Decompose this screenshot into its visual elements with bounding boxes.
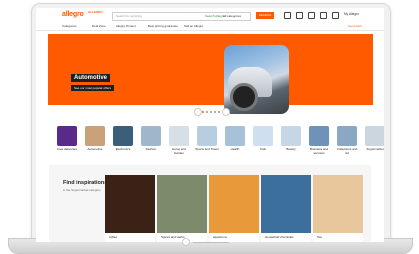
category-label: Collections and Art — [336, 147, 358, 155]
heart-icon[interactable] — [320, 12, 327, 19]
category-tile[interactable]: Beauty — [279, 126, 303, 155]
category-label: Automotive — [87, 147, 103, 151]
category-image — [85, 126, 105, 146]
category-image — [197, 126, 217, 146]
carousel-dot[interactable] — [210, 111, 212, 113]
banner-subtitle-wrap: See our most popular offers — [71, 76, 114, 94]
category-tile[interactable]: Collections and Art — [335, 126, 359, 155]
category-image — [309, 126, 329, 146]
category-label: Beauty — [286, 147, 296, 151]
category-label: Free deliveries — [57, 147, 77, 151]
category-image — [169, 126, 189, 146]
inspiration-card[interactable]: Tea — [313, 175, 363, 242]
price-tag-icon[interactable] — [284, 12, 291, 19]
category-tile[interactable]: Supermarket — [363, 126, 384, 155]
nav-smart[interactable]: Get smart! — [348, 24, 362, 28]
category-label: Electronics — [115, 147, 131, 151]
allegro-logo[interactable]: allegro — [62, 11, 84, 18]
category-tile[interactable]: Health — [223, 126, 247, 155]
inspiration-card[interactable]: aquariums — [209, 175, 259, 242]
browser-screen: allegro ALLEGRO Search for anything Sear… — [36, 8, 384, 242]
nav-categories[interactable]: Categories — [62, 24, 77, 28]
nav-allegro-protect[interactable]: Allegro Protect — [116, 24, 136, 28]
category-tile[interactable]: Fashion — [139, 126, 163, 155]
category-image — [141, 126, 161, 146]
category-label: Health — [230, 147, 240, 151]
car-wheel — [230, 83, 258, 111]
cart-icon[interactable] — [332, 12, 339, 19]
category-image — [57, 126, 77, 146]
nav-bar: Categories Deal Zone Allegro Protect Bes… — [36, 23, 384, 31]
inspiration-card-label: aquariums — [209, 233, 259, 242]
inspirations-title: Find inspirations — [63, 180, 108, 186]
category-label: Home and Garden — [172, 147, 186, 155]
site-header: allegro ALLEGRO Search for anything Sear… — [36, 8, 384, 22]
category-row: Free deliveries Automotive Electronics Fash… — [55, 126, 384, 155]
header-icons — [284, 12, 339, 19]
nav-sell[interactable]: Sell on Allegro — [184, 24, 203, 28]
inspiration-card[interactable]: Household chemicals — [261, 175, 311, 242]
search-scope[interactable]: Search Allegro — [205, 14, 225, 18]
category-label: Sports and Travel — [195, 147, 219, 151]
search-input[interactable]: Search for anything — [116, 14, 142, 18]
carousel-dot[interactable] — [214, 111, 216, 113]
banner-subtitle: See our most popular offers — [71, 85, 114, 91]
banner-car-photo — [224, 45, 289, 114]
category-tile[interactable]: Sports and Travel — [195, 126, 219, 155]
category-image — [365, 126, 384, 146]
nav-deal-zone[interactable]: Deal Zone — [92, 24, 106, 28]
inspiration-card[interactable]: coffee — [105, 175, 155, 242]
logo-badge: ALLEGRO — [88, 10, 103, 14]
category-tile[interactable]: Free deliveries — [55, 126, 79, 155]
category-tile[interactable]: Automotive — [83, 126, 107, 155]
category-tile[interactable]: Kids — [251, 126, 275, 155]
category-image — [113, 126, 133, 146]
category-label: Business and services — [309, 147, 328, 155]
category-label: Fashion — [145, 147, 157, 151]
category-tile[interactable]: Business and services — [307, 126, 331, 155]
carousel-prev-button[interactable] — [194, 108, 202, 116]
inspiration-card[interactable]: Spices and Herbs — [157, 175, 207, 242]
category-label: Supermarket — [366, 147, 384, 151]
category-image — [281, 126, 301, 146]
inspiration-card-label: Household chemicals — [261, 233, 311, 242]
category-image — [225, 126, 245, 146]
inspiration-card-label: Tea — [313, 233, 363, 242]
category-select[interactable]: All categories — [223, 14, 241, 18]
chat-icon[interactable] — [308, 12, 315, 19]
bell-icon[interactable] — [296, 12, 303, 19]
account-menu[interactable]: My Allegro — [344, 12, 359, 16]
category-tile[interactable]: Home and Garden — [167, 126, 191, 155]
category-label: Kids — [260, 147, 266, 151]
category-tile[interactable]: Electronics — [111, 126, 135, 155]
category-image — [253, 126, 273, 146]
search-button[interactable]: SEARCH — [256, 12, 274, 19]
carousel-next-button[interactable] — [222, 108, 230, 116]
search-bar[interactable]: Search for anything Search Allegro All c… — [112, 12, 251, 21]
carousel-dot[interactable] — [218, 111, 220, 113]
carousel-dots — [202, 111, 220, 113]
nav-best-pricing[interactable]: Best pricing guarantee — [148, 24, 178, 28]
inspirations-subtitle: in the Supermarket category — [63, 188, 101, 192]
scroll-down-button[interactable] — [182, 238, 190, 246]
category-image — [337, 126, 357, 146]
carousel-dot[interactable] — [206, 111, 208, 113]
inspiration-card-label: coffee — [105, 233, 155, 242]
carousel-dot[interactable] — [202, 111, 204, 113]
